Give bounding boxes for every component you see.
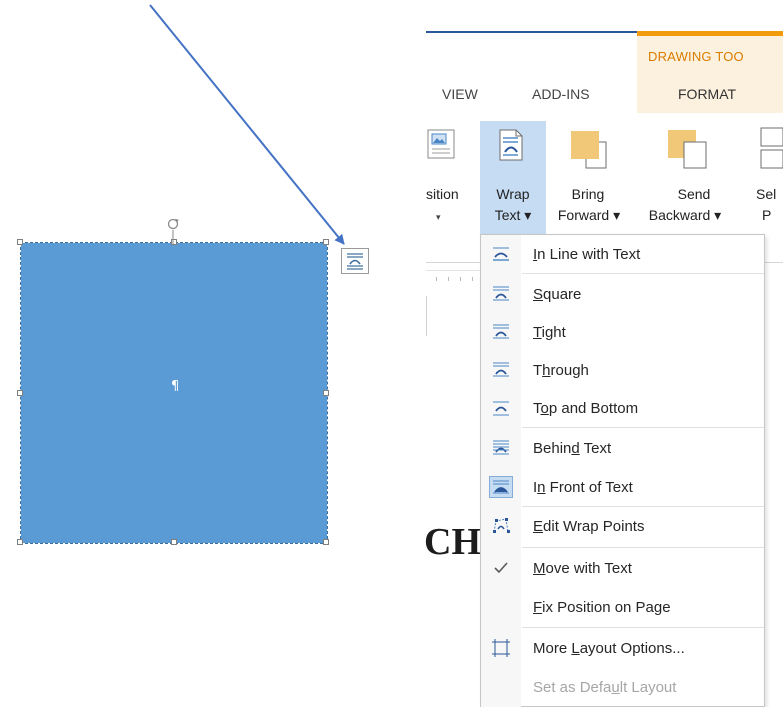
wrap-inline-icon: [493, 247, 509, 261]
resize-handle-right[interactable]: [323, 390, 329, 396]
checkmark-icon: [494, 562, 508, 574]
tab-add-ins[interactable]: ADD-INS: [532, 86, 590, 102]
layout-options-icon: [347, 253, 363, 270]
position-button-label[interactable]: sition: [426, 186, 459, 202]
resize-handle-bottom[interactable]: [171, 539, 177, 545]
menu-item-icon-slot: [481, 476, 521, 498]
tab-format[interactable]: FORMAT: [678, 86, 736, 102]
accelerator-key: u: [611, 678, 620, 696]
menu-item-icon-slot: [481, 245, 521, 263]
menu-item-label: Square: [533, 285, 582, 303]
wrap-text-label-line2: Text ▾: [494, 207, 532, 223]
send-backward-label-line1[interactable]: Send: [672, 186, 716, 202]
wrap-through-icon: [493, 362, 509, 377]
menu-item-front[interactable]: In Front of Text: [481, 468, 764, 506]
menu-item-label: In Line with Text: [533, 245, 641, 263]
menu-item-tight[interactable]: Tight: [481, 313, 764, 351]
accelerator-key: T: [533, 323, 542, 341]
menu-item-icon-slot: [481, 559, 521, 577]
drawing-tools-label: DRAWING TOO: [648, 49, 744, 64]
menu-item-label: Tight: [533, 323, 566, 341]
menu-separator: [522, 627, 764, 628]
wrap-text-icon: [499, 129, 523, 161]
menu-item-icon-slot: [481, 285, 521, 303]
menu-item-square[interactable]: Square: [481, 275, 764, 313]
resize-handle-left[interactable]: [17, 390, 23, 396]
accelerator-key: h: [542, 361, 551, 379]
menu-item-top-bottom[interactable]: Top and Bottom: [481, 389, 764, 427]
resize-handle-top-left[interactable]: [17, 239, 23, 245]
accelerator-key: M: [533, 559, 546, 577]
menu-item-inline[interactable]: In Line with Text: [481, 235, 764, 273]
menu-item-label: In Front of Text: [533, 478, 633, 496]
menu-item-more-layout[interactable]: More Layout Options...: [481, 629, 764, 667]
send-backward-icon: [668, 130, 707, 169]
selection-pane-label-line1[interactable]: Sel: [756, 186, 776, 202]
accelerator-key: I: [533, 245, 538, 263]
accelerator-key: d: [571, 439, 580, 457]
menu-item-fix-position[interactable]: Fix Position on Page: [481, 588, 764, 626]
menu-item-move-with-text[interactable]: Move with Text: [481, 549, 764, 587]
menu-item-set-default: Set as Default Layout: [481, 668, 764, 706]
menu-separator: [522, 547, 764, 548]
menu-item-label: Through: [533, 361, 589, 379]
bring-forward-label-line2[interactable]: Forward ▾: [550, 207, 628, 224]
accelerator-key: E: [533, 517, 544, 535]
wrap-tight-icon: [493, 324, 509, 339]
wrap-text-label-line1: Wrap: [496, 186, 530, 202]
accelerator-key: n: [537, 478, 546, 496]
menu-item-label: Edit Wrap Points: [533, 517, 645, 535]
bring-forward-label-line1[interactable]: Bring: [566, 186, 610, 202]
menu-item-behind[interactable]: Behind Text: [481, 429, 764, 467]
accelerator-key: S: [533, 285, 544, 303]
position-dropdown-caret[interactable]: ▾: [436, 212, 441, 223]
paragraph-mark: ¶: [171, 379, 180, 394]
menu-item-label: Fix Position on Page: [533, 598, 671, 616]
edit-wrap-points-icon: [493, 518, 510, 533]
layout-options-button[interactable]: [341, 248, 369, 274]
menu-item-label: Behind Text: [533, 439, 612, 457]
resize-handle-bottom-right[interactable]: [323, 539, 329, 545]
position-icon: [427, 129, 455, 159]
accelerator-key: L: [571, 639, 580, 657]
menu-item-icon-slot: [481, 399, 521, 417]
resize-handle-bottom-left[interactable]: [17, 539, 23, 545]
accelerator-key: o: [540, 399, 549, 417]
menu-item-icon-slot: [481, 517, 521, 535]
accelerator-key: F: [533, 598, 543, 616]
document-heading-fragment: CH: [424, 521, 481, 563]
wrap-behind-icon: [493, 440, 509, 455]
menu-separator: [522, 273, 764, 274]
menu-item-label: Set as Default Layout: [533, 678, 677, 696]
selection-pane-label-line2[interactable]: P: [762, 207, 771, 223]
bring-forward-icon: [571, 131, 607, 169]
send-backward-label-line2[interactable]: Backward ▾: [636, 207, 734, 224]
tab-view[interactable]: VIEW: [442, 86, 478, 102]
menu-item-through[interactable]: Through: [481, 351, 764, 389]
menu-item-label: Top and Bottom: [533, 399, 639, 417]
menu-item-label: Move with Text: [533, 559, 632, 577]
horizontal-ruler: [426, 270, 486, 291]
menu-item-icon-slot: [481, 439, 521, 457]
menu-item-edit-points[interactable]: Edit Wrap Points: [481, 507, 764, 545]
wrap-front-icon: [493, 480, 509, 494]
wrap-square-icon: [493, 286, 509, 301]
resize-handle-top-right[interactable]: [323, 239, 329, 245]
selection-pane-icon: [760, 127, 783, 169]
rotate-handle-icon[interactable]: [166, 217, 180, 231]
menu-separator: [522, 506, 764, 507]
selected-rectangle-shape[interactable]: ¶: [17, 239, 329, 545]
menu-item-label: More Layout Options...: [533, 639, 685, 657]
layout-options-icon: [492, 639, 510, 657]
menu-separator: [522, 427, 764, 428]
menu-item-icon-slot: [481, 639, 521, 657]
selected-indicator: [489, 476, 513, 498]
page-edge: [426, 296, 427, 336]
wrap-top-bottom-icon: [493, 401, 509, 416]
title-bar-rule: [426, 31, 637, 33]
menu-item-icon-slot: [481, 361, 521, 379]
menu-item-icon-slot: [481, 323, 521, 341]
